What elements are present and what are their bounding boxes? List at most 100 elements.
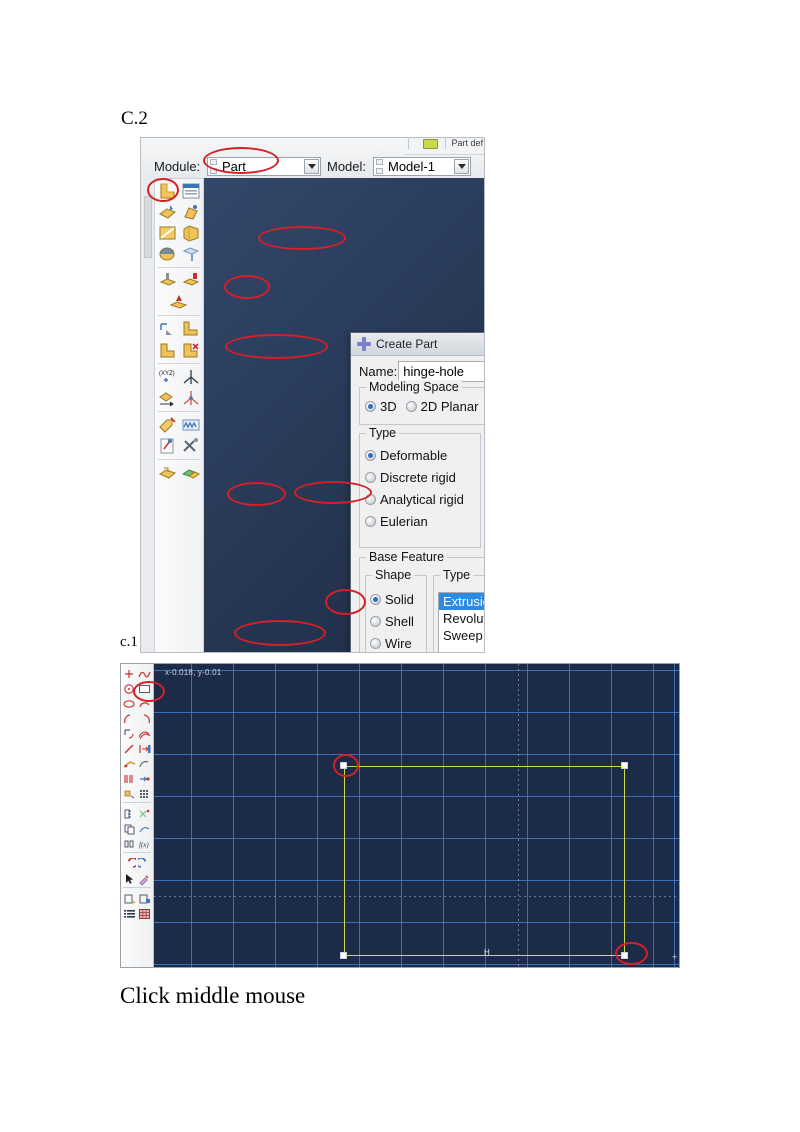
name-input[interactable]: hinge-hole (398, 360, 484, 382)
datum-point-icon[interactable] (181, 389, 201, 407)
create-spline-icon[interactable] (138, 667, 151, 679)
sketch-canvas[interactable]: x-0.018, y-0.01 H + (154, 664, 679, 967)
create-datum-icon[interactable] (181, 245, 201, 263)
radio-2d-planar[interactable]: 2D Planar (405, 399, 478, 414)
create-cut-revolve-icon[interactable] (181, 272, 201, 290)
pattern-icon[interactable] (181, 416, 201, 434)
create-arc-3points-icon[interactable] (123, 712, 136, 724)
create-fillet-icon[interactable] (123, 727, 136, 739)
create-solid-sweep-icon[interactable] (181, 224, 201, 242)
sketcher-options-icon[interactable] (138, 892, 151, 904)
list-item-revolution[interactable]: Revolution (439, 610, 484, 627)
toolbox-row[interactable]: (XYZ) (155, 368, 203, 386)
modeling-space-radios[interactable]: 3D 2D Planar Axisymmetric (365, 399, 484, 414)
sketch-rectangle[interactable] (344, 766, 625, 956)
merge-parts-icon[interactable] (158, 464, 178, 482)
list-item-extrusion[interactable]: Extrusion (439, 593, 484, 610)
toolbox-row[interactable] (155, 341, 203, 359)
rectangle-vertex-bottom-right[interactable] (621, 952, 628, 959)
toolbox-row[interactable] (155, 182, 203, 200)
csys-icon[interactable]: (XYZ) (158, 368, 178, 386)
create-part-dialog[interactable]: Create Part X Name: hinge-hole Modeling … (350, 332, 484, 652)
delete-icon[interactable] (138, 872, 151, 886)
mirror-icon[interactable] (123, 807, 136, 819)
type-radios[interactable]: Deformable Discrete rigid Analytical rig… (365, 448, 464, 529)
sketch-toolbox-row[interactable] (121, 856, 153, 869)
trim-icon[interactable] (138, 807, 151, 819)
sketch-toolbox-row[interactable] (121, 771, 153, 784)
scrollbar-thumb[interactable] (144, 196, 152, 258)
window-left-scrollbar[interactable] (141, 178, 154, 652)
toolbox-row[interactable] (155, 437, 203, 455)
list-item-sweep[interactable]: Sweep (439, 627, 484, 644)
edit-sketch-icon[interactable] (158, 437, 178, 455)
sketch-toolbox-row[interactable] (121, 806, 153, 819)
create-cut-extrude-icon[interactable] (158, 272, 178, 290)
sketch-toolbox-row[interactable] (121, 891, 153, 904)
create-part-icon[interactable] (158, 182, 178, 200)
module-spinner[interactable] (210, 159, 218, 174)
radio-shell[interactable]: Shell (370, 614, 415, 629)
create-shell-revolve-icon[interactable] (181, 203, 201, 221)
sketch-toolbox-row[interactable] (121, 696, 153, 709)
toolbox-row[interactable] (155, 245, 203, 263)
sketch-toolbox-row[interactable] (121, 756, 153, 769)
radio-solid[interactable]: Solid (370, 592, 415, 607)
sketch-toolbox-row[interactable] (121, 871, 153, 886)
split-icon[interactable] (138, 822, 151, 834)
rectangle-vertex-bottom-left[interactable] (340, 952, 347, 959)
select-arrow-icon[interactable] (123, 872, 136, 884)
create-arc-tangent-icon[interactable] (138, 712, 151, 724)
module-toolbox[interactable]: (XYZ) (154, 178, 204, 652)
construction-line-icon[interactable] (123, 757, 136, 769)
redo-icon[interactable] (135, 856, 151, 869)
model-chevron-down-icon[interactable] (454, 159, 469, 174)
part-manager-icon[interactable] (181, 182, 201, 200)
module-chevron-down-icon[interactable] (304, 159, 319, 174)
model-combo[interactable]: Model-1 (373, 157, 471, 176)
grid-options-icon[interactable] (138, 907, 151, 919)
tools-icon[interactable] (181, 437, 201, 455)
create-wire-icon[interactable] (158, 224, 178, 242)
create-point-icon[interactable] (123, 667, 136, 679)
create-offset-icon[interactable] (138, 727, 151, 739)
create-arc-center-icon[interactable] (138, 697, 151, 709)
radio-analytical-rigid[interactable]: Analytical rigid (365, 492, 464, 507)
toolbox-row[interactable] (155, 272, 203, 290)
datum-axis-icon[interactable] (181, 368, 201, 386)
toolbox-row[interactable] (155, 389, 203, 407)
translate-icon[interactable] (123, 787, 136, 799)
toolbox-row[interactable] (155, 464, 203, 482)
toolbox-row[interactable] (155, 416, 203, 434)
grid-icon[interactable] (138, 787, 151, 799)
sketch-toolbox-row[interactable] (121, 741, 153, 754)
animate-icon[interactable] (138, 772, 151, 784)
radio-eulerian[interactable]: Eulerian (365, 514, 464, 529)
create-rectangle-icon[interactable] (138, 682, 151, 694)
copy-part-icon[interactable] (181, 464, 201, 482)
list-icon[interactable] (123, 907, 136, 919)
linear-pattern-icon[interactable] (123, 837, 136, 849)
edit-feature-icon[interactable] (158, 416, 178, 434)
sketcher-toolbox[interactable]: f(x) (121, 664, 154, 967)
toolbox-row[interactable] (155, 224, 203, 242)
sketch-toolbox-row[interactable] (121, 786, 153, 799)
rectangle-vertex-top-right[interactable] (621, 762, 628, 769)
create-ellipse-icon[interactable] (123, 697, 136, 709)
model-spinner[interactable] (376, 159, 384, 174)
dimension-icon[interactable] (138, 757, 151, 769)
part-color-swatch[interactable] (422, 138, 438, 149)
create-line-icon[interactable] (123, 742, 136, 754)
shape-radios[interactable]: Solid Shell Wire Point (370, 592, 415, 652)
create-solid-revolve-icon[interactable] (158, 245, 178, 263)
undo-icon[interactable] (123, 856, 139, 869)
radio-discrete-rigid[interactable]: Discrete rigid (365, 470, 464, 485)
add-constraint-icon[interactable] (123, 772, 136, 784)
rectangle-vertex-top-left[interactable] (340, 762, 347, 769)
create-round-icon[interactable] (158, 320, 178, 338)
sketch-toolbox-row[interactable] (121, 906, 153, 919)
create-blend-icon[interactable] (169, 293, 189, 311)
base-type-listbox[interactable]: Extrusion Revolution Sweep (438, 592, 484, 652)
radio-deformable[interactable]: Deformable (365, 448, 464, 463)
toolbox-row[interactable] (155, 203, 203, 221)
